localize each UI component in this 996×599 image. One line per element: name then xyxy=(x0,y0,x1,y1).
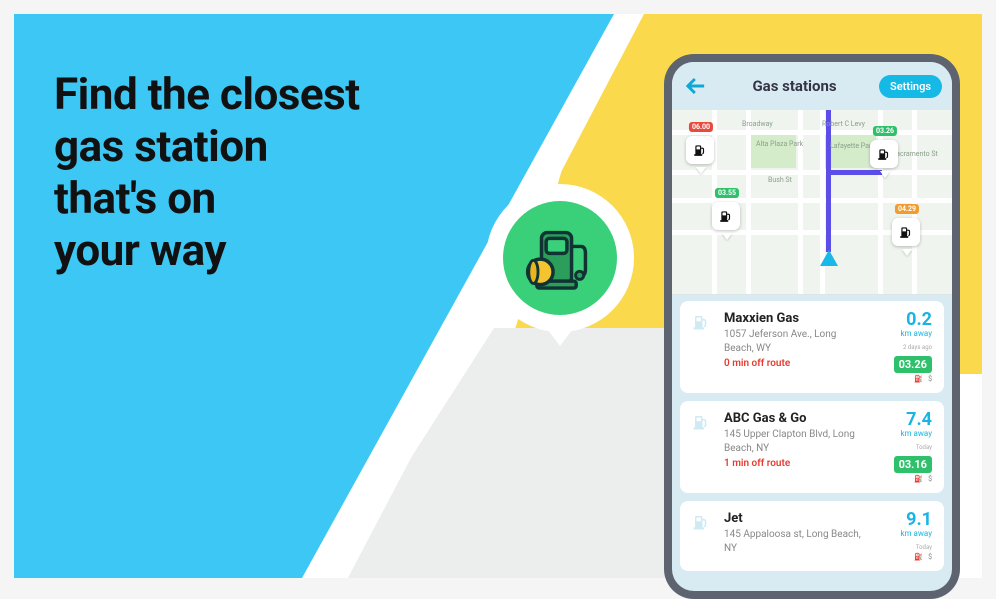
map-label: Robert C Levy xyxy=(822,120,865,128)
arrow-left-icon xyxy=(682,72,710,100)
distance-unit: km away xyxy=(876,429,932,438)
map-station-pin[interactable]: 03.26 xyxy=(870,140,900,178)
back-button[interactable] xyxy=(682,72,710,100)
map-street xyxy=(912,110,917,294)
station-card[interactable]: Jet 145 Appaloosa st, Long Beach, NY 9.1km… xyxy=(680,501,944,571)
pin-tail xyxy=(696,167,706,174)
station-card[interactable]: Maxxien Gas 1057 Jeferson Ave., Long Beac… xyxy=(680,301,944,393)
price-badge: 03.26 xyxy=(894,356,932,373)
pin-tail xyxy=(902,249,912,256)
off-route: 1 min off route xyxy=(724,458,866,469)
station-list: Maxxien Gas 1057 Jeferson Ave., Long Beac… xyxy=(672,295,952,591)
station-name: Maxxien Gas xyxy=(724,311,866,326)
pin-price: 03.55 xyxy=(715,188,739,198)
off-route: 0 min off route xyxy=(724,358,866,369)
station-address: 145 Appaloosa st, Long Beach, NY xyxy=(724,528,866,555)
phone-mockup: Gas stations Settings BroadwayRobe xyxy=(664,54,960,599)
map-street xyxy=(798,110,803,294)
station-side: 7.4km away Today 03.16 ⛽ $ xyxy=(876,411,932,483)
station-side: 0.2km away 2 days ago 03.26 ⛽ $ xyxy=(876,311,932,383)
pin-price: 03.26 xyxy=(873,126,897,136)
pin-tail xyxy=(722,233,732,240)
map-label: Broadway xyxy=(742,120,773,128)
pin-head xyxy=(712,202,740,230)
station-address: 145 Upper Clapton Blvd, Long Beach, NY xyxy=(724,428,866,455)
current-location-icon xyxy=(820,250,838,266)
distance-value: 9.1 xyxy=(876,511,932,529)
station-info: Maxxien Gas 1057 Jeferson Ave., Long Beac… xyxy=(724,311,866,383)
station-card[interactable]: ABC Gas & Go 145 Upper Clapton Blvd, Long… xyxy=(680,401,944,493)
gas-pump-icon xyxy=(523,221,597,295)
pin-price: 06.00 xyxy=(689,122,713,132)
settings-button[interactable]: Settings xyxy=(879,75,942,98)
map-street xyxy=(746,110,751,294)
map-park xyxy=(748,132,796,168)
map-route xyxy=(826,110,831,252)
price-age: Today xyxy=(876,444,932,451)
price-age: 2 days ago xyxy=(876,344,932,351)
pump-mini-icon: ⛽ $ xyxy=(876,475,932,483)
distance-unit: km away xyxy=(876,529,932,538)
headline-text: Find the closest gas station that's on y… xyxy=(54,69,360,277)
price-badge: 03.16 xyxy=(894,456,932,473)
station-name: ABC Gas & Go xyxy=(724,411,866,426)
map-label: Bush St xyxy=(768,176,792,184)
map-label: Lafayette Park xyxy=(830,142,875,150)
pin-head xyxy=(892,218,920,246)
pump-mini-icon: ⛽ $ xyxy=(876,553,932,561)
pin-price: 04.29 xyxy=(895,204,919,214)
station-address: 1057 Jeferson Ave., Long Beach, WY xyxy=(724,328,866,355)
map-street xyxy=(878,110,883,294)
distance-value: 7.4 xyxy=(876,411,932,429)
station-name: Jet xyxy=(724,511,866,526)
station-info: ABC Gas & Go 145 Upper Clapton Blvd, Long… xyxy=(724,411,866,483)
page-title: Gas stations xyxy=(710,77,879,95)
station-side: 9.1km away Today ⛽ $ xyxy=(876,511,932,561)
distance-value: 0.2 xyxy=(876,311,932,329)
pump-mini-icon: ⛽ $ xyxy=(876,375,932,383)
pin-tail xyxy=(880,171,890,178)
gas-pin-icon xyxy=(486,184,634,368)
map-street xyxy=(820,110,825,294)
map-station-pin[interactable]: 06.00 xyxy=(686,136,716,174)
gas-pump-icon xyxy=(692,511,714,561)
map-station-pin[interactable]: 03.55 xyxy=(712,202,742,240)
station-info: Jet 145 Appaloosa st, Long Beach, NY xyxy=(724,511,866,561)
gas-pump-icon xyxy=(692,411,714,483)
promo-frame: Find the closest gas station that's on y… xyxy=(14,14,982,578)
gas-pump-icon xyxy=(692,311,714,383)
pin-head xyxy=(686,136,714,164)
map-label: Alta Plaza Park xyxy=(756,140,803,148)
distance-unit: km away xyxy=(876,329,932,338)
price-age: Today xyxy=(876,544,932,551)
map-view[interactable]: Broadway Robert C Levy Alta Plaza Park Lafa… xyxy=(672,110,952,295)
map-station-pin[interactable]: 04.29 xyxy=(892,218,922,256)
pin-head xyxy=(870,140,898,168)
phone-screen: Gas stations Settings BroadwayRobe xyxy=(672,62,952,591)
app-header: Gas stations Settings xyxy=(672,62,952,110)
